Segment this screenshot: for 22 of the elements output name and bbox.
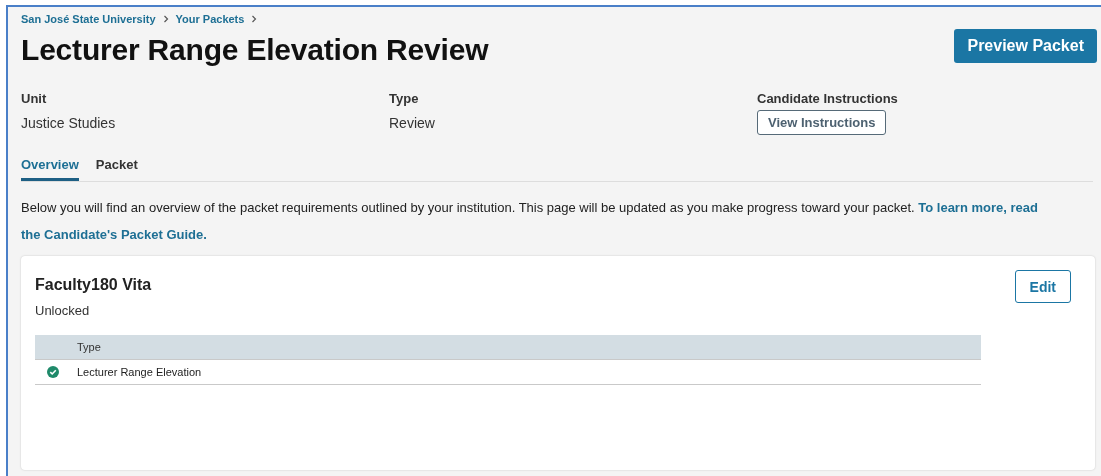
detail-value: Justice Studies: [21, 115, 117, 131]
view-instructions-button[interactable]: View Instructions: [757, 110, 887, 135]
section-status: Unlocked: [35, 303, 91, 318]
column-header: Type: [77, 335, 981, 360]
preview-packet-button[interactable]: Preview Packet: [954, 29, 1097, 63]
detail-label: Type: [389, 91, 420, 106]
chevron-icon: [250, 15, 259, 23]
table-cell: Lecturer Range Elevation: [77, 359, 981, 385]
breadcrumb-link[interactable]: Your Packets: [175, 13, 245, 25]
breadcrumb-link[interactable]: San José State University: [21, 13, 156, 25]
detail-value: Review: [389, 115, 436, 131]
edit-button[interactable]: Edit: [1014, 270, 1071, 303]
section-title: Faculty180 Vita: [35, 276, 153, 294]
chevron-icon: [161, 15, 170, 23]
intro-paragraph: Below you will find an overview of the packet requirements outlined by your institution. This page will be updated as you make progress toward your packet. To learn more, read the Candidate's Packet Guide.: [21, 199, 1039, 244]
packet-guide-link[interactable]: To learn more, read: [918, 200, 1038, 215]
tab[interactable]: Packet: [95, 153, 138, 181]
detail-label: Unit: [21, 91, 48, 106]
detail-label: Candidate Instructions: [757, 91, 899, 106]
tab[interactable]: Overview: [21, 153, 79, 181]
packet-guide-link[interactable]: the Candidate's Packet Guide.: [21, 227, 207, 242]
page-title: Lecturer Range Elevation Review: [21, 33, 489, 67]
